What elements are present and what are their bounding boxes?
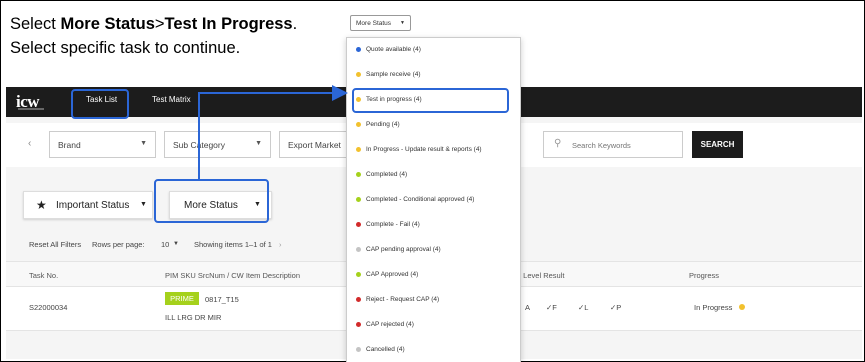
instruction-arrow (198, 85, 348, 179)
screenshot-frame: Select More Status>Test In Progress. Sel… (0, 0, 865, 362)
